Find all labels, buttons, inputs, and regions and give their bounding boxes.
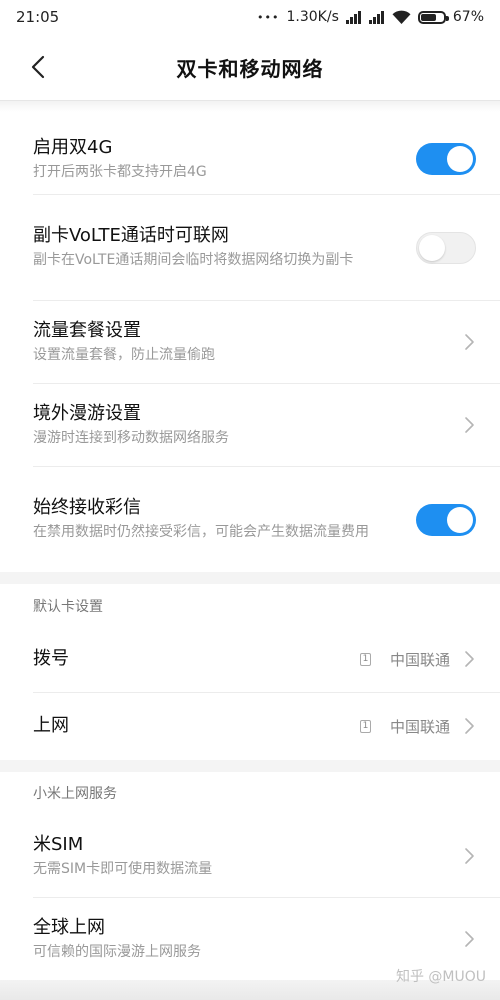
setting-data-card[interactable]: 上网 1 中国联通	[0, 693, 500, 759]
section-header-mi-service: 小米上网服务	[33, 786, 117, 802]
watermark: 知乎 @MUOU	[395, 969, 486, 985]
signal-icon	[345, 10, 362, 24]
setting-title: 米SIM	[33, 833, 84, 855]
setting-subtitle: 可信赖的国际漫游上网服务	[33, 943, 201, 960]
back-button[interactable]	[22, 51, 54, 83]
setting-subtitle: 设置流量套餐，防止流量偷跑	[33, 346, 215, 363]
setting-title: 全球上网	[33, 916, 105, 938]
signal-icon	[368, 10, 385, 24]
setting-title: 启用双4G	[33, 136, 113, 158]
setting-title: 境外漫游设置	[33, 402, 141, 424]
setting-mms[interactable]: 始终接收彩信 在禁用数据时仍然接受彩信，可能会产生数据流量费用	[0, 467, 500, 572]
battery-fill	[420, 13, 436, 21]
setting-title: 流量套餐设置	[33, 319, 141, 341]
setting-title: 上网	[33, 715, 69, 736]
notification-dots: •••	[257, 10, 280, 24]
chevron-right-icon	[465, 417, 474, 433]
section-gap	[0, 572, 500, 584]
chevron-right-icon	[465, 651, 474, 667]
status-bar: 21:05 ••• 1.30K/s 67%	[0, 0, 500, 34]
sim-card-icon: 1	[359, 719, 371, 733]
setting-subtitle: 副卡在VoLTE通话期间会临时将数据网络切换为副卡	[33, 252, 354, 268]
chevron-right-icon	[465, 848, 474, 864]
page-title: 双卡和移动网络	[176, 56, 324, 81]
volte-data-toggle[interactable]	[416, 231, 476, 264]
setting-roaming[interactable]: 境外漫游设置 漫游时连接到移动数据网络服务	[0, 384, 500, 466]
setting-volte-data[interactable]: 副卡VoLTE通话时可联网 副卡在VoLTE通话期间会临时将数据网络切换为副卡	[0, 195, 500, 300]
setting-subtitle: 漫游时连接到移动数据网络服务	[33, 429, 229, 446]
chevron-right-icon	[465, 718, 474, 734]
back-arrow-icon	[31, 55, 45, 79]
setting-subtitle: 无需SIM卡即可使用数据流量	[33, 860, 213, 877]
setting-mi-sim[interactable]: 米SIM 无需SIM卡即可使用数据流量	[0, 815, 500, 897]
section-header-default-card: 默认卡设置	[33, 599, 103, 615]
setting-dial-card[interactable]: 拨号 1 中国联通	[0, 626, 500, 692]
chevron-right-icon	[465, 931, 474, 947]
section-gap	[0, 760, 500, 772]
wifi-icon	[392, 10, 411, 24]
nav-bar: 双卡和移动网络	[0, 34, 500, 100]
toggle-knob	[419, 234, 445, 261]
setting-title: 拨号	[33, 648, 69, 669]
toggle-knob	[447, 506, 473, 533]
setting-title: 副卡VoLTE通话时可联网	[33, 225, 229, 246]
setting-title: 始终接收彩信	[33, 497, 141, 518]
dual-4g-toggle[interactable]	[416, 143, 476, 175]
battery-percent: 67%	[452, 9, 484, 25]
setting-value: 中国联通	[389, 650, 450, 669]
network-speed: 1.30K/s	[286, 9, 339, 25]
mms-toggle[interactable]	[416, 503, 476, 536]
sim-card-icon: 1	[359, 652, 371, 666]
setting-subtitle: 在禁用数据时仍然接受彩信，可能会产生数据流量费用	[33, 524, 369, 540]
toggle-knob	[447, 146, 473, 172]
setting-dual-4g[interactable]: 启用双4G 打开后两张卡都支持开启4G	[0, 124, 500, 194]
battery-icon	[417, 10, 449, 24]
setting-data-plan[interactable]: 流量套餐设置 设置流量套餐，防止流量偷跑	[0, 301, 500, 383]
chevron-right-icon	[465, 334, 474, 350]
setting-subtitle: 打开后两张卡都支持开启4G	[33, 163, 207, 180]
nav-shadow	[0, 100, 500, 112]
setting-value: 中国联通	[389, 717, 450, 736]
status-time: 21:05	[16, 8, 60, 26]
screen: 21:05 ••• 1.30K/s 67% 双卡和移动网络 启用双4G 打开后两…	[0, 0, 500, 1000]
